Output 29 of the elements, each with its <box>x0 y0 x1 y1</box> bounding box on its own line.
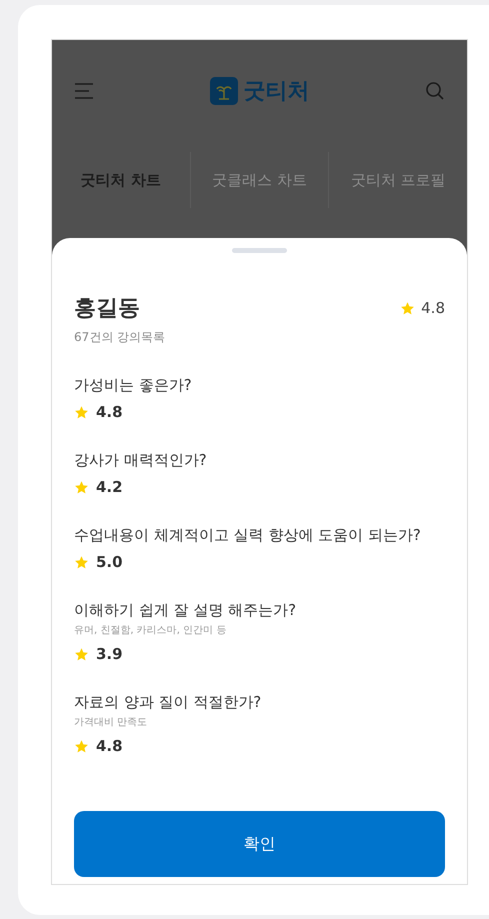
chart-tab[interactable]: 굿티처 프로필 <box>328 152 468 208</box>
question-note: 유머, 친절함, 카리스마, 인간미 등 <box>74 624 228 637</box>
question-text: 수업내용이 체계적이고 실력 향상에 도움이 되는가? <box>74 526 422 545</box>
question-text: 자료의 양과 질이 적절한가? <box>74 693 262 712</box>
star-icon <box>74 554 89 570</box>
star-icon <box>74 480 89 494</box>
menu-icon[interactable] <box>74 83 94 99</box>
score-value: 3.9 <box>96 645 123 663</box>
question-text: 이해하기 쉽게 잘 설명 해주는가? <box>74 601 298 620</box>
star-icon <box>400 300 416 316</box>
drag-handle[interactable] <box>232 248 287 253</box>
lecture-count: 67건의 강의목록 <box>74 329 166 346</box>
question-text: 강사가 매력적인가? <box>74 451 208 470</box>
logo-icon <box>210 77 238 105</box>
score-value: 4.8 <box>96 737 123 755</box>
question-text: 가성비는 좋은가? <box>74 376 193 395</box>
teacher-name: 홍길동 <box>74 295 140 323</box>
score-value: 4.2 <box>96 478 123 496</box>
confirm-button[interactable]: 확인 <box>74 811 445 877</box>
logo-text: 굿티처 <box>244 78 310 106</box>
search-icon[interactable] <box>425 81 445 101</box>
star-icon <box>74 404 89 420</box>
star-icon <box>74 738 89 754</box>
score-value: 5.0 <box>96 553 123 571</box>
score-value: 4.8 <box>96 403 123 421</box>
question-note: 가격대비 만족도 <box>74 716 148 729</box>
overall-rating: 4.8 <box>421 299 445 317</box>
chart-tab[interactable]: 굿클래스 차트 <box>190 152 328 208</box>
star-icon <box>74 646 89 662</box>
